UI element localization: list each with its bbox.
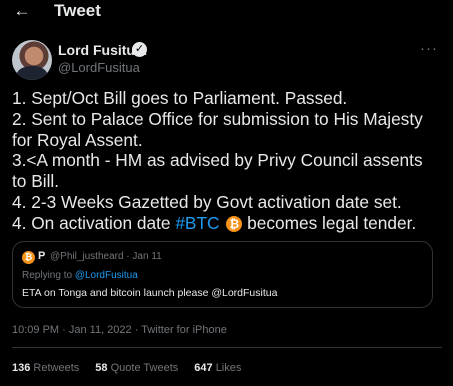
- tweet-author: Lord Fusitu'a ✓ @LordFusitua ···: [12, 40, 442, 82]
- likes-count: 647: [194, 362, 213, 374]
- quoted-avatar[interactable]: ₿: [22, 251, 35, 264]
- tweet-line-prefix: 4. On activation date: [12, 212, 176, 233]
- divider: [12, 347, 442, 348]
- btc-hashtag-link[interactable]: #BTC: [175, 213, 219, 233]
- replying-to-label: Replying to: [22, 270, 75, 281]
- arrow-left-icon[interactable]: ←: [12, 1, 32, 21]
- tweet-line: 3.<A month - HM as advised by Privy Coun…: [12, 150, 423, 171]
- tweet-text: 1. Sept/Oct Bill goes to Parliament. Pas…: [12, 88, 444, 234]
- top-bar: ← Tweet: [0, 0, 453, 24]
- quote-tweets-stat[interactable]: 58 Quote Tweets: [95, 362, 178, 374]
- tweet-line: 4. On activation date #BTC ₿ becomes leg…: [12, 213, 444, 234]
- likes-label: Likes: [215, 362, 242, 374]
- tweet-timestamp[interactable]: 10:09 PM · Jan 11, 2022 · Twitter for iP…: [12, 324, 227, 336]
- tweet-line: to Bill.: [12, 171, 60, 192]
- tweet-line-suffix: becomes legal tender.: [247, 212, 417, 233]
- page-title: Tweet: [54, 1, 101, 20]
- avatar[interactable]: [12, 40, 52, 80]
- verified-badge-icon: ✓: [132, 42, 147, 57]
- tweet-line: 4. 2-3 Weeks Gazetted by Govt activation…: [12, 191, 402, 212]
- replying-to: Replying to @LordFusitua: [22, 270, 138, 281]
- quoted-tweet-text: ETA on Tonga and bitcoin launch please @…: [22, 287, 278, 299]
- quoted-author-name[interactable]: P: [38, 250, 45, 262]
- quoted-author-meta: @Phil_justheard · Jan 11: [50, 251, 162, 262]
- likes-stat[interactable]: 647 Likes: [194, 362, 241, 374]
- retweets-label: Retweets: [33, 362, 80, 374]
- tweet-line: 1. Sept/Oct Bill goes to Parliament. Pas…: [12, 88, 348, 108]
- retweets-count: 136: [12, 362, 31, 374]
- tweet-line: for Royal Assent.: [12, 129, 143, 150]
- author-handle[interactable]: @LordFusitua: [58, 60, 140, 75]
- retweets-stat[interactable]: 136 Retweets: [12, 362, 79, 374]
- quoted-tweet[interactable]: ₿ P @Phil_justheard · Jan 11 Replying to…: [12, 241, 433, 308]
- quotes-count: 58: [95, 362, 108, 374]
- quotes-label: Quote Tweets: [110, 362, 179, 374]
- bitcoin-icon: ₿: [226, 215, 243, 232]
- tweet-line: 2. Sent to Palace Office for submission …: [12, 108, 423, 129]
- replying-to-mention[interactable]: @LordFusitua: [75, 270, 138, 281]
- engagement-stats: 136 Retweets 58 Quote Tweets 647 Likes: [12, 362, 241, 374]
- more-icon[interactable]: ···: [420, 40, 438, 57]
